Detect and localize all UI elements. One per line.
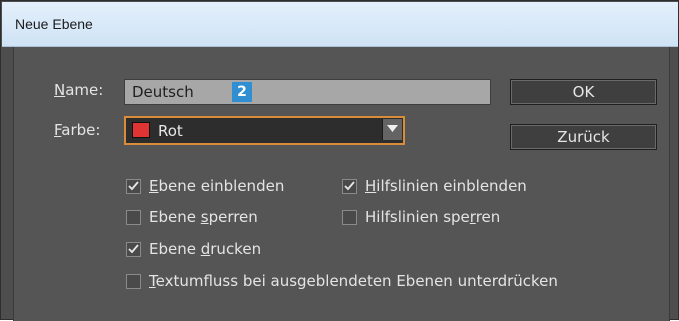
back-button[interactable]: Zurück [510, 124, 657, 150]
color-select-value: Rot [158, 122, 183, 140]
name-input-value: Deutsch [132, 83, 194, 101]
step-badge: 2 [232, 82, 252, 102]
suppress-text-wrap-label: Textumfluss bei ausgeblendeten Ebenen un… [149, 272, 558, 290]
lock-layer-label: Ebene sperren [149, 208, 258, 226]
suppress-text-wrap-option[interactable]: Textumfluss bei ausgeblendeten Ebenen un… [126, 272, 558, 290]
lock-guides-option[interactable]: Hilfslinien sperren [342, 208, 500, 226]
show-layer-label: Ebene einblenden [149, 177, 285, 195]
show-guides-option[interactable]: Hilfslinien einblenden [342, 177, 527, 195]
name-input[interactable]: Deutsch [124, 79, 491, 105]
color-label: Farbe: [54, 121, 101, 139]
title-bar[interactable]: Neue Ebene [2, 2, 678, 47]
lock-layer-option[interactable]: Ebene sperren [126, 208, 258, 226]
show-layer-option[interactable]: Ebene einblenden [126, 177, 284, 195]
print-layer-checkbox[interactable] [126, 241, 141, 257]
dropdown-arrow-button[interactable] [382, 119, 402, 140]
lock-guides-checkbox[interactable] [342, 209, 357, 225]
checkmark-icon [128, 244, 139, 254]
show-guides-label: Hilfslinien einblenden [365, 177, 527, 195]
checkmark-icon [128, 181, 139, 191]
color-swatch [132, 122, 150, 138]
ok-button[interactable]: OK [510, 79, 657, 105]
print-layer-option[interactable]: Ebene drucken [126, 240, 261, 258]
color-select[interactable]: Rot [124, 116, 405, 145]
print-layer-label: Ebene drucken [149, 240, 262, 258]
lock-layer-checkbox[interactable] [126, 209, 141, 225]
checkmark-icon [344, 181, 355, 191]
suppress-text-wrap-checkbox[interactable] [126, 273, 141, 289]
lock-guides-label: Hilfslinien sperren [365, 208, 501, 226]
window-title: Neue Ebene [15, 16, 93, 32]
show-layer-checkbox[interactable] [126, 178, 141, 194]
show-guides-checkbox[interactable] [342, 178, 357, 194]
chevron-down-icon [387, 125, 398, 132]
name-label: Name: [54, 81, 104, 99]
